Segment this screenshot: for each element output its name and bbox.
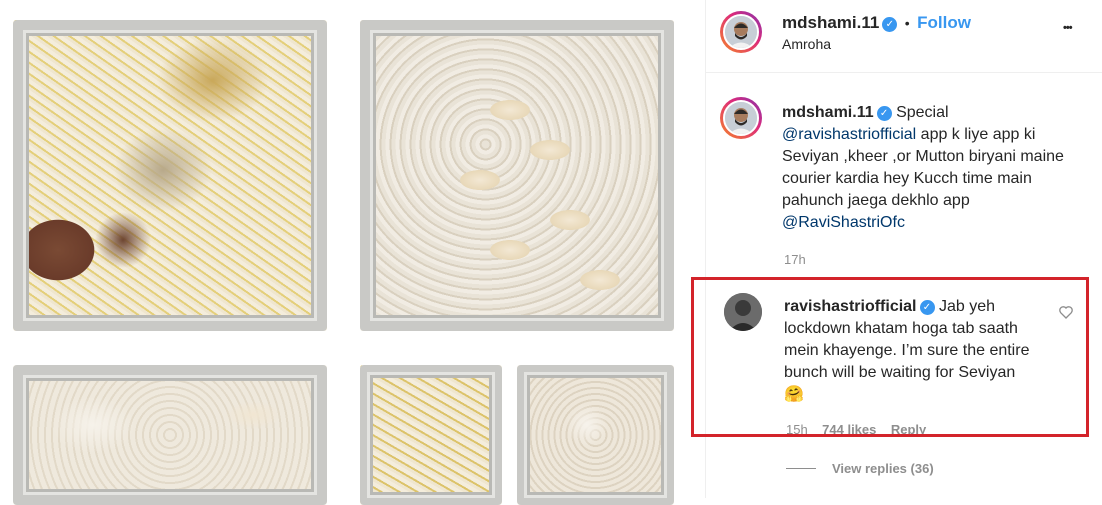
author-avatar[interactable] [720, 11, 762, 53]
small-seviyan-tray-image [517, 365, 674, 505]
view-replies-button[interactable]: View replies (36) [832, 461, 934, 476]
follow-button[interactable]: Follow [917, 13, 971, 32]
caption-text: mdshami.11 ✓ Special @ravishastriofficial… [782, 102, 1082, 234]
mention-link[interactable]: @RaviShastriOfc [782, 214, 905, 231]
small-biryani-tray-image [360, 365, 502, 505]
caption-timestamp[interactable]: 17h [784, 252, 806, 267]
caption-avatar[interactable] [720, 97, 762, 139]
replies-line-divider [786, 468, 816, 469]
post-location[interactable]: Amroha [782, 36, 831, 52]
comment-highlight-box [691, 277, 1089, 437]
verified-badge-icon: ✓ [882, 17, 898, 32]
mention-link[interactable]: @ravishastriofficial [782, 126, 916, 143]
post-photo-collage[interactable] [0, 0, 705, 505]
caption-username[interactable]: mdshami.11 [782, 104, 874, 121]
author-username[interactable]: mdshami.11 [782, 13, 879, 32]
kheer-tray-image [13, 365, 327, 505]
caption-text-start: Special [896, 104, 949, 121]
more-options-icon[interactable]: ••• [1063, 22, 1073, 34]
post-header: mdshami.11 ✓ • Follow Amroha ••• [706, 0, 1102, 73]
biryani-tray-image [13, 20, 327, 331]
header-separator: • [904, 15, 910, 31]
verified-badge-icon: ✓ [876, 106, 892, 121]
seviyan-tray-image [360, 20, 674, 331]
